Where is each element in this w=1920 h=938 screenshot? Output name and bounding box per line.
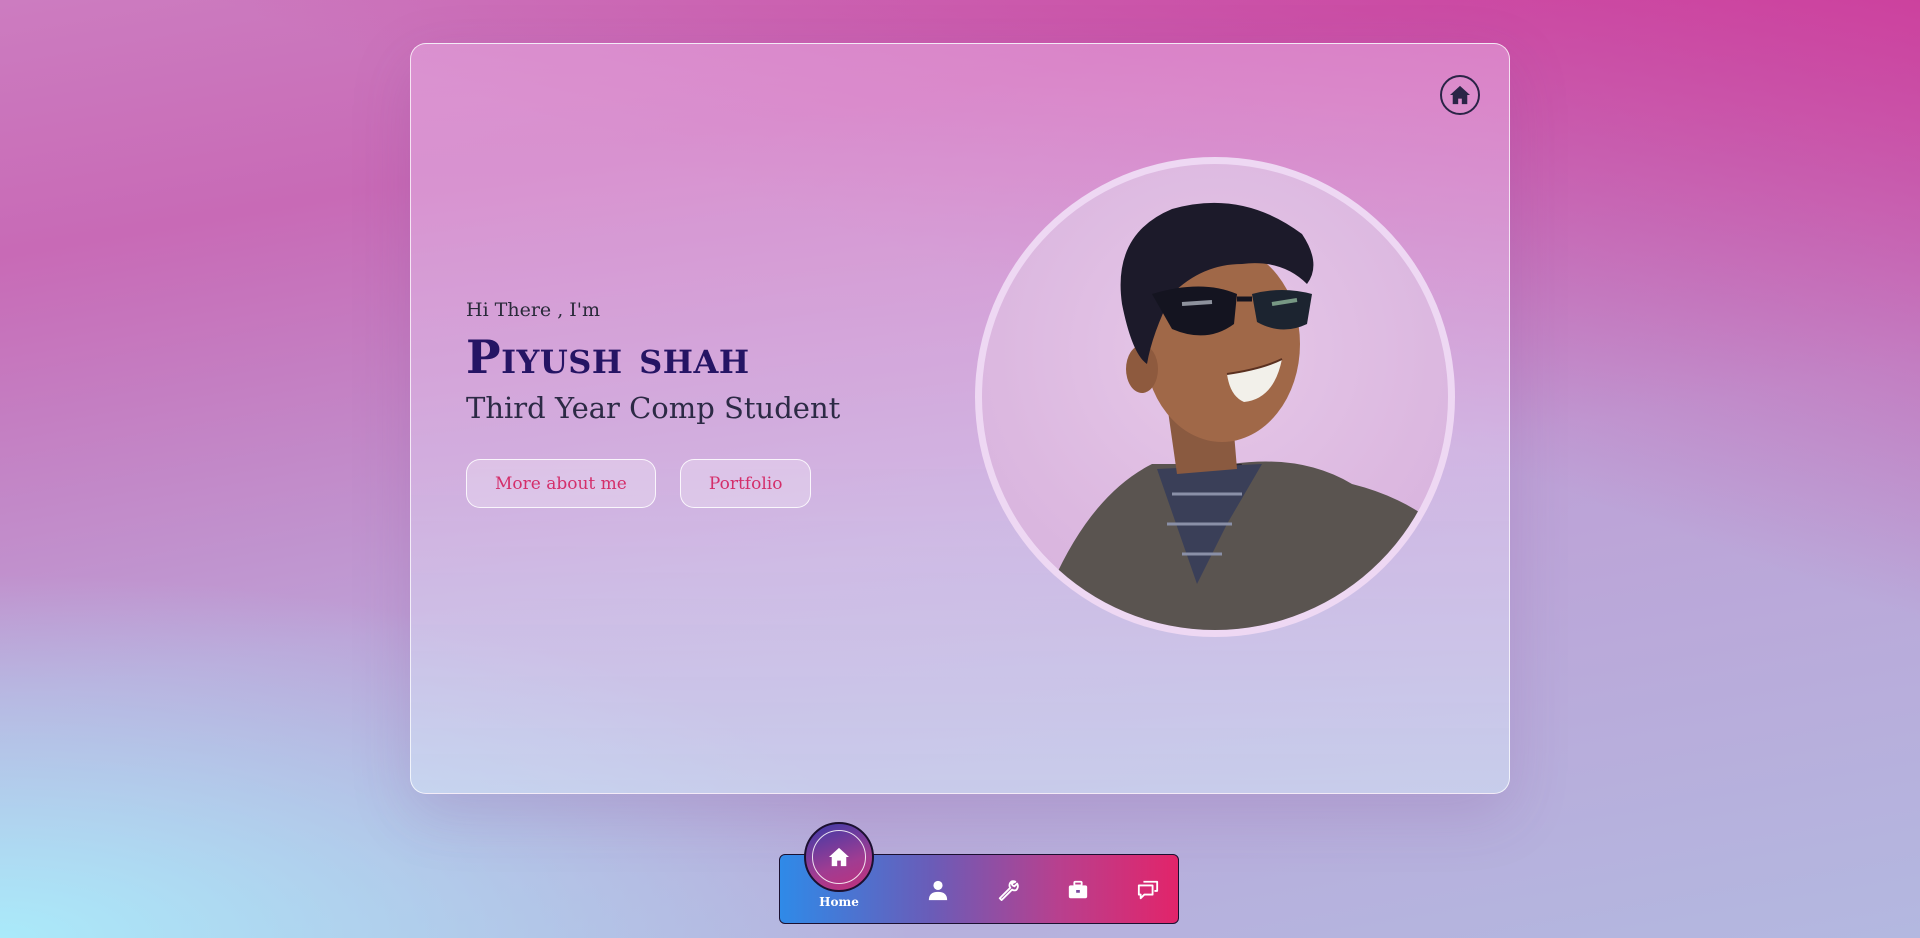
more-about-me-button[interactable]: More about me [466, 459, 656, 509]
nav-item-skills[interactable] [980, 855, 1036, 925]
portfolio-button[interactable]: Portfolio [679, 459, 812, 509]
hero-card: Hi There , I'm Piyush shah Third Year Co… [410, 43, 1510, 794]
home-icon [829, 847, 849, 867]
nav-item-contact[interactable] [1120, 855, 1176, 925]
person-name: Piyush shah [466, 330, 750, 384]
chat-icon [1137, 880, 1159, 900]
user-icon [928, 880, 948, 901]
nav-item-portfolio[interactable] [1050, 855, 1106, 925]
briefcase-icon [1068, 880, 1088, 899]
hero-buttons: More about me Portfolio [466, 459, 840, 509]
bottom-nav: Home [779, 822, 1179, 925]
nav-home-label: Home [819, 895, 859, 909]
greeting-text: Hi There , I'm [466, 299, 601, 321]
person-role: Third Year Comp Student [466, 391, 841, 426]
nav-item-about[interactable] [910, 855, 966, 925]
nav-home-ring [812, 830, 866, 884]
intro-section: Hi There , I'm Piyush shah Third Year Co… [466, 299, 841, 509]
profile-photo [975, 157, 1455, 637]
nav-item-home[interactable] [804, 822, 874, 892]
profile-photo-illustration [1022, 202, 1448, 630]
home-icon [1450, 85, 1470, 105]
wrench-icon [998, 880, 1019, 901]
home-icon-button[interactable] [1440, 75, 1480, 115]
